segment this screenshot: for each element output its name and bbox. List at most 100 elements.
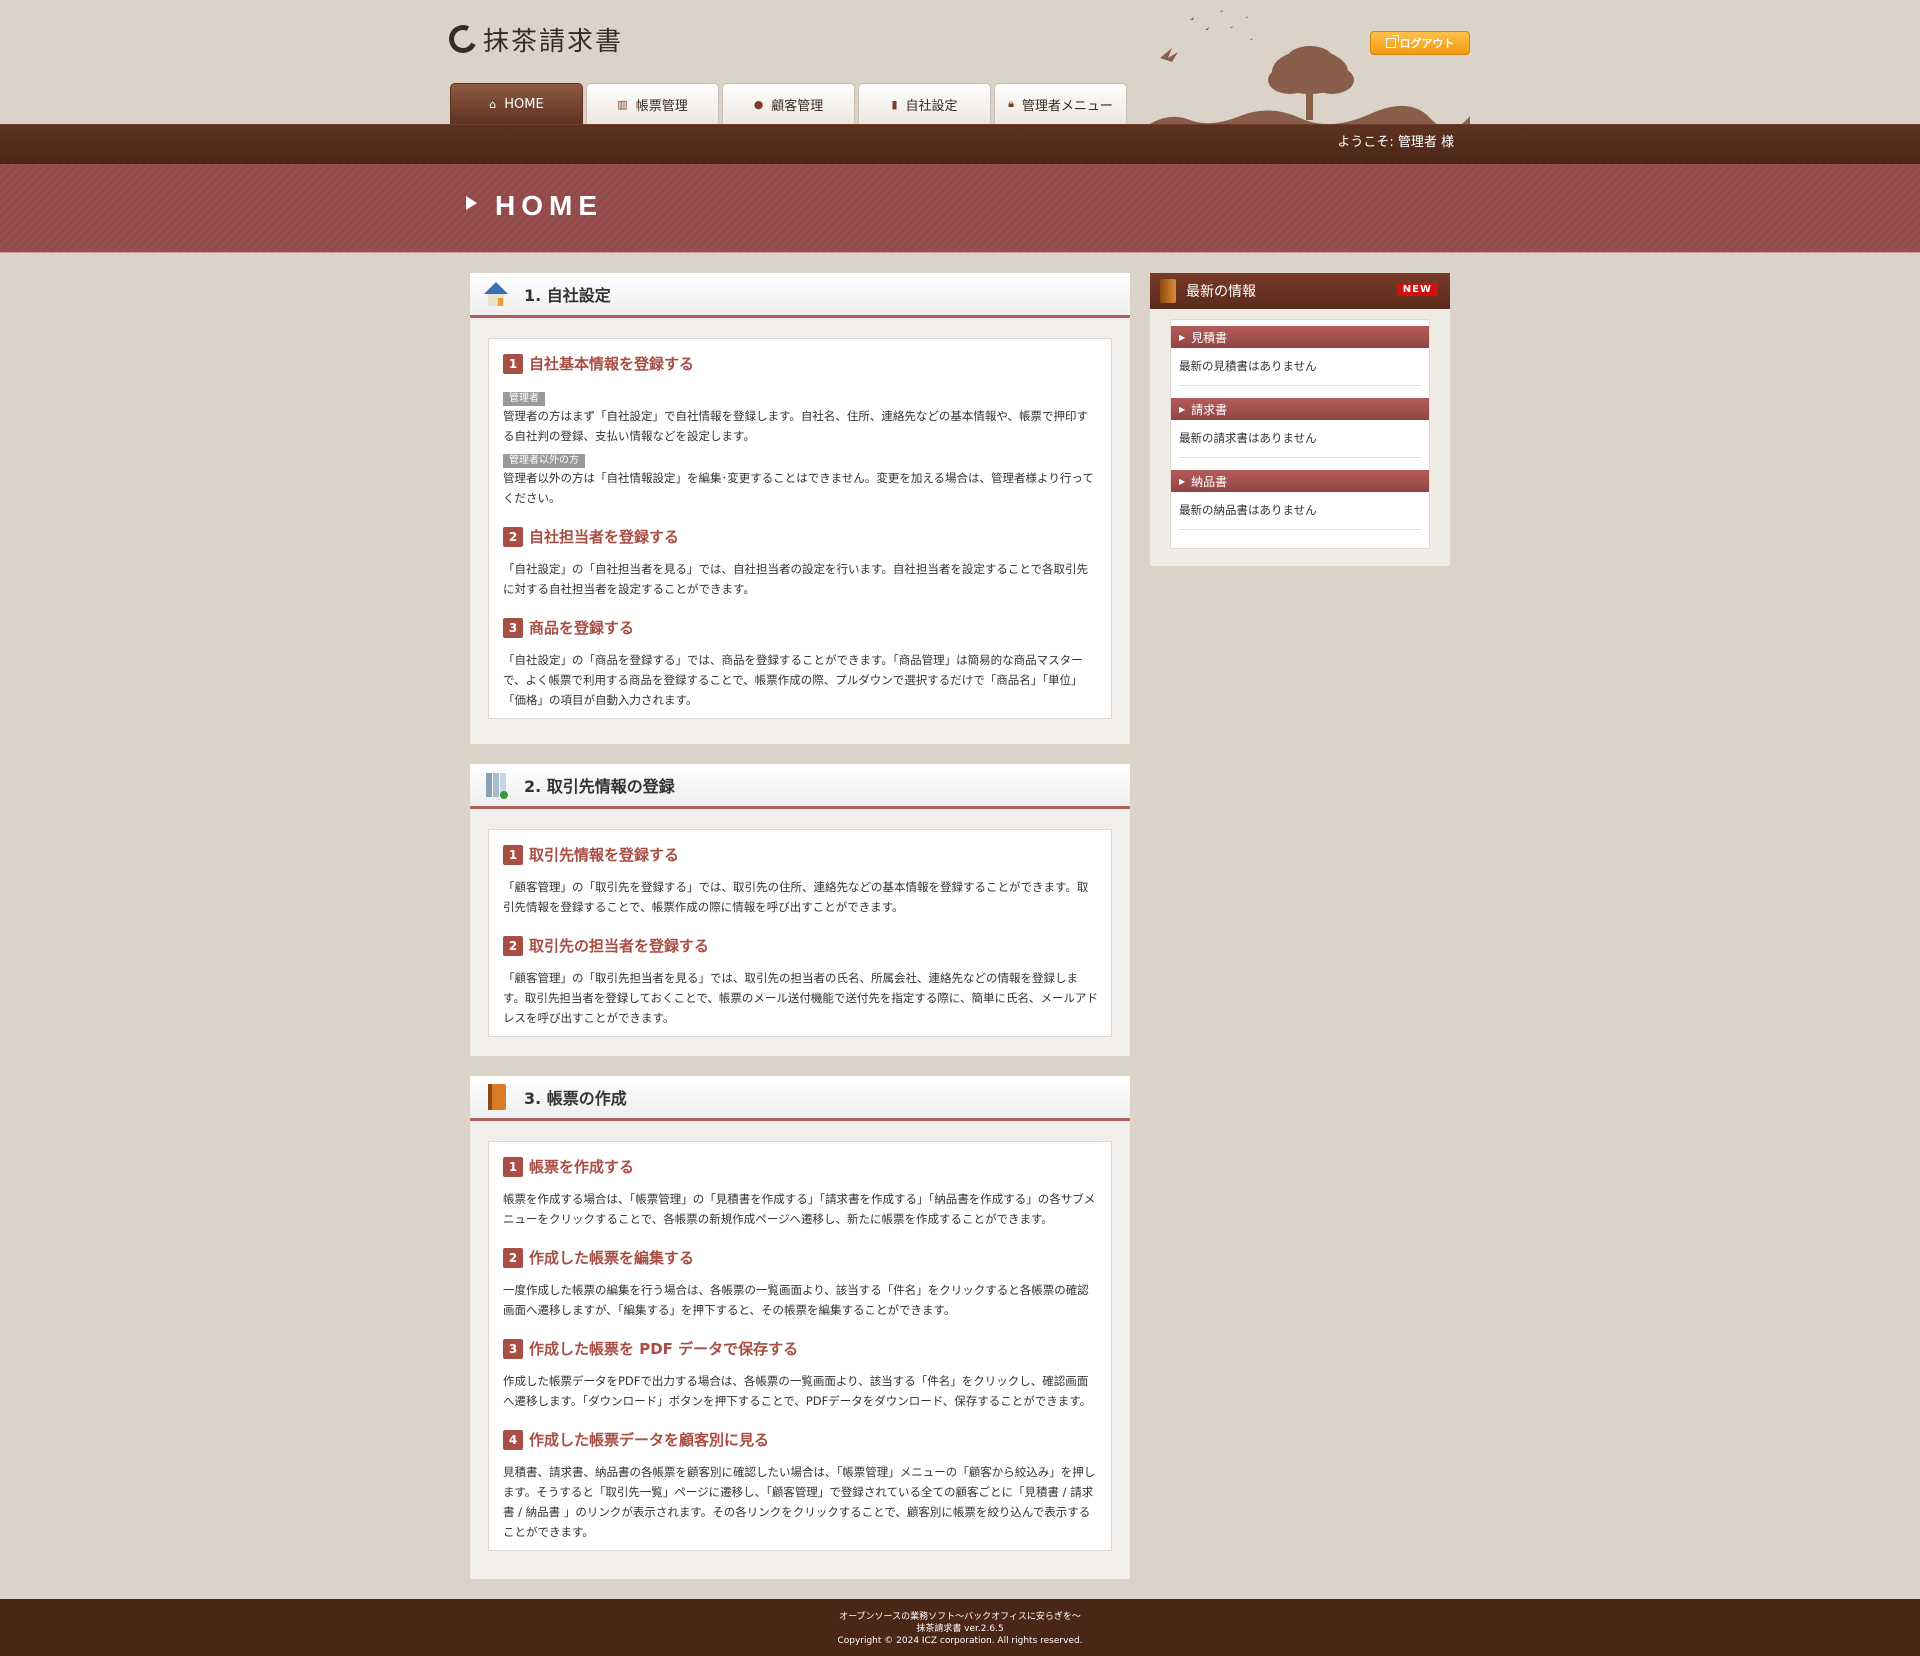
list-item: 2 自社担当者を登録する 「自社設定」の「自社担当者を見る」では、自社担当者の設… [503, 526, 1099, 599]
item-heading: 取引先の担当者を登録する [529, 937, 710, 955]
list-item: 2 作成した帳票を編集する 一度作成した帳票の編集を行う場合は、各帳票の一覧画面… [503, 1247, 1099, 1320]
tab-label: 自社設定 [905, 98, 958, 114]
tab-company-settings[interactable]: ▮ 自社設定 [858, 83, 991, 124]
chevron-right-icon: ▶ [1179, 404, 1186, 414]
book-orange-icon [488, 1084, 506, 1110]
item-title: 1 自社基本情報を登録する [503, 353, 1099, 374]
item-text: 帳票を作成する場合は、「帳票管理」の「見積書を作成する」「請求書を作成する」「納… [503, 1192, 1096, 1226]
person-icon: ● [753, 97, 764, 111]
section-title: 2. 取引先情報の登録 [524, 777, 675, 796]
item-heading: 作成した帳票を PDF データで保存する [529, 1340, 799, 1358]
page-title: HOME [495, 190, 603, 221]
step-number: 1 [503, 844, 523, 865]
external-link-icon [1385, 35, 1399, 48]
footer-version: 抹茶請求書 ver.2.6.5 [916, 1624, 1004, 1634]
list-item: 1 帳票を作成する 帳票を作成する場合は、「帳票管理」の「見積書を作成する」「請… [503, 1156, 1099, 1229]
list-item: 3 商品を登録する 「自社設定」の「商品を登録する」では、商品を登録することがで… [503, 617, 1099, 710]
step-number: 2 [503, 935, 523, 956]
item-text: 作成した帳票データをPDFで出力する場合は、各帳票の一覧画面より、該当する「件名… [503, 1374, 1092, 1408]
binder-icon [486, 773, 508, 799]
house-icon [484, 282, 508, 306]
main-nav-tabs: ⌂ HOME ▥ 帳票管理 ● 顧客管理 ▮ 自社設定 🔒︎ 管理者メニュー [450, 83, 1127, 124]
list-item: 2 取引先の担当者を登録する 「顧客管理」の「取引先担当者を見る」では、取引先の… [503, 935, 1099, 1028]
item-text: 「顧客管理」の「取引先担当者を見る」では、取引先の担当者の氏名、所属会社、連絡先… [503, 971, 1099, 1025]
tab-documents[interactable]: ▥ 帳票管理 [586, 83, 719, 124]
item-heading: 取引先情報を登録する [529, 846, 680, 864]
sidebar-group-text: 最新の納品書はありません [1179, 492, 1421, 530]
logout-label: ログアウト [1399, 37, 1455, 50]
sidebar-panel: ▶ 見積書 最新の見積書はありません ▶ 請求書 最新の請求書はありません ▶ … [1170, 319, 1430, 549]
tab-label: 顧客管理 [771, 98, 824, 114]
sidebar-group-estimates: ▶ 見積書 最新の見積書はありません [1171, 326, 1429, 386]
building-icon: ▮ [891, 97, 898, 111]
tab-customers[interactable]: ● 顧客管理 [722, 83, 855, 124]
logout-button[interactable]: ログアウト [1370, 31, 1470, 55]
section-header: 2. 取引先情報の登録 [470, 764, 1130, 809]
lock-icon: 🔒︎ [1008, 97, 1014, 110]
sidebar-group-text: 最新の請求書はありません [1179, 420, 1421, 458]
sidebar-group-delivery-notes: ▶ 納品書 最新の納品書はありません [1171, 470, 1429, 530]
site-header: 抹茶請求書 ログアウト ⌂ HOME ▥ 帳票管理 ● 顧客管理 ▮ 自社設定 … [0, 0, 1920, 124]
step-number: 1 [503, 1156, 523, 1177]
item-text: 「自社設定」の「自社担当者を見る」では、自社担当者の設定を行います。自社担当者を… [503, 562, 1088, 596]
tab-label: HOME [504, 96, 544, 112]
item-text: 管理者の方はまず「自社設定」で自社情報を登録します。自社名、住所、連絡先などの基… [503, 409, 1088, 443]
list-item: 1 取引先情報を登録する 「顧客管理」の「取引先を登録する」では、取引先の住所、… [503, 844, 1099, 917]
item-heading: 作成した帳票データを顧客別に見る [529, 1431, 770, 1449]
tab-label: 帳票管理 [635, 98, 688, 114]
site-footer: オープンソースの業務ソフト～バックオフィスに安らぎを～ 抹茶請求書 ver.2.… [0, 1599, 1920, 1656]
sidebar-title: 最新の情報 [1186, 284, 1256, 300]
sidebar-group-title: 請求書 [1191, 402, 1228, 417]
step-number: 2 [503, 526, 523, 547]
section-client-registration: 2. 取引先情報の登録 1 取引先情報を登録する 「顧客管理」の「取引先を登録す… [470, 764, 1130, 1056]
sidebar-group-invoices: ▶ 請求書 最新の請求書はありません [1171, 398, 1429, 458]
item-heading: 作成した帳票を編集する [529, 1249, 695, 1267]
book-icon [1160, 279, 1176, 303]
sidebar-group-header[interactable]: ▶ 請求書 [1171, 398, 1429, 420]
tree-scenery-icon [1150, 10, 1470, 124]
sidebar-header: 最新の情報 NEW [1150, 273, 1450, 309]
item-title: 2 取引先の担当者を登録する [503, 935, 1099, 956]
step-number: 3 [503, 617, 523, 638]
list-item: 3 作成した帳票を PDF データで保存する 作成した帳票データをPDFで出力す… [503, 1338, 1099, 1411]
section-create-documents: 3. 帳票の作成 1 帳票を作成する 帳票を作成する場合は、「帳票管理」の「見積… [470, 1076, 1130, 1579]
tab-home[interactable]: ⌂ HOME [450, 83, 583, 124]
sidebar-group-title: 見積書 [1191, 330, 1228, 345]
logo[interactable]: 抹茶請求書 [445, 21, 624, 57]
step-number: 3 [503, 1338, 523, 1359]
chevron-right-icon: ▶ [1179, 476, 1186, 486]
logo-text: 抹茶請求書 [483, 26, 624, 57]
step-number: 1 [503, 353, 523, 374]
section-title: 3. 帳票の作成 [524, 1089, 627, 1108]
section-header: 1. 自社設定 [470, 273, 1130, 318]
item-heading: 帳票を作成する [529, 1158, 635, 1176]
item-text: 管理者以外の方は「自社情報設定」を編集･変更することはできません。変更を加える場… [503, 471, 1094, 505]
item-title: 1 取引先情報を登録する [503, 844, 1099, 865]
sidebar-group-text: 最新の見積書はありません [1179, 348, 1421, 386]
item-heading: 商品を登録する [529, 619, 635, 637]
item-text: 見積書、請求書、納品書の各帳票を顧客別に確認したい場合は、「帳票管理」メニューの… [503, 1465, 1096, 1539]
sidebar-group-title: 納品書 [1191, 474, 1228, 489]
footer-copyright: Copyright © 2024 ICZ corporation. All ri… [837, 1636, 1083, 1646]
section-body: 1 帳票を作成する 帳票を作成する場合は、「帳票管理」の「見積書を作成する」「請… [488, 1141, 1112, 1551]
section-company-settings: 1. 自社設定 1 自社基本情報を登録する 管理者 管理者の方はまず「自社設定」… [470, 273, 1130, 744]
item-heading: 自社担当者を登録する [529, 528, 680, 546]
footer-tagline: オープンソースの業務ソフト～バックオフィスに安らぎを～ [839, 1612, 1081, 1622]
sidebar-group-header[interactable]: ▶ 見積書 [1171, 326, 1429, 348]
page-title-band: HOME [0, 164, 1920, 253]
item-title: 2 自社担当者を登録する [503, 526, 1099, 547]
sidebar-group-header[interactable]: ▶ 納品書 [1171, 470, 1429, 492]
tab-admin-menu[interactable]: 🔒︎ 管理者メニュー [994, 83, 1127, 124]
section-body: 1 取引先情報を登録する 「顧客管理」の「取引先を登録する」では、取引先の住所、… [488, 829, 1112, 1037]
item-text: 「自社設定」の「商品を登録する」では、商品を登録することができます。「商品管理」… [503, 653, 1083, 707]
item-title: 1 帳票を作成する [503, 1156, 1099, 1177]
list-item: 4 作成した帳票データを顧客別に見る 見積書、請求書、納品書の各帳票を顧客別に確… [503, 1429, 1099, 1542]
logo-mark-icon [445, 21, 481, 57]
chevron-right-icon: ▶ [1179, 332, 1186, 342]
item-title: 3 商品を登録する [503, 617, 1099, 638]
item-title: 2 作成した帳票を編集する [503, 1247, 1099, 1268]
home-icon: ⌂ [489, 97, 497, 111]
tab-label: 管理者メニュー [1021, 98, 1113, 114]
item-heading: 自社基本情報を登録する [529, 355, 695, 373]
new-badge: NEW [1396, 283, 1438, 296]
